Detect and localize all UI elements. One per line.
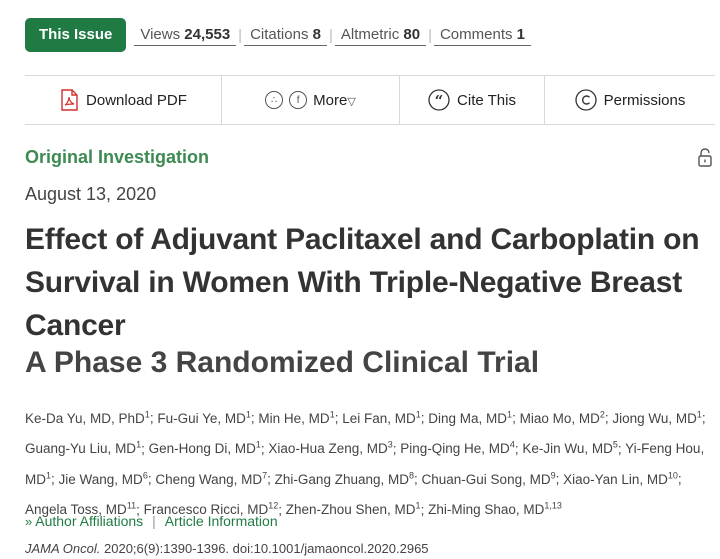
author-affiliations-link[interactable]: Author Affiliations (35, 513, 143, 529)
author-affiliation-number: 10 (667, 470, 678, 480)
author-affiliation-number: 1 (415, 500, 421, 511)
author-name[interactable]: Zhi-Ming Shao, MD1,13 (428, 500, 562, 518)
views-link[interactable]: Views 24,553 (134, 25, 237, 46)
citations-value: 8 (312, 25, 321, 43)
author-affiliation-number: 1 (144, 409, 150, 419)
author-affiliation-number: 4 (509, 439, 515, 450)
author-name[interactable]: Xiao-Hua Zeng, MD3 (268, 439, 393, 457)
more-label: More (313, 91, 348, 109)
author-affiliation-number: 1 (696, 409, 702, 419)
author-affiliation-number: 11 (126, 500, 137, 511)
article-subtitle: A Phase 3 Randomized Clinical Trial (25, 346, 540, 379)
author-affiliation-number: 6 (142, 470, 148, 480)
citations-link[interactable]: Citations 8 (244, 25, 327, 46)
author-affiliation-number: 1 (255, 439, 261, 450)
author-name[interactable]: Lei Fan, MD1 (342, 409, 421, 426)
metrics-bar: This Issue Views 24,553 | Citations 8 | … (25, 18, 532, 52)
author-name[interactable]: Zhi-Gang Zhuang, MD8 (275, 470, 414, 487)
permissions-button[interactable]: Permissions (545, 76, 715, 124)
author-affiliation-number: 1,13 (544, 500, 562, 511)
author-affiliation-number: 12 (268, 500, 279, 511)
download-pdf-button[interactable]: Download PDF (25, 76, 222, 124)
author-name[interactable]: Gen-Hong Di, MD1 (149, 439, 261, 457)
article-type: Original Investigation (25, 147, 210, 167)
this-issue-button[interactable]: This Issue (25, 18, 127, 52)
author-name[interactable]: Ke-Da Yu, MD, PhD1 (25, 409, 150, 426)
author-name[interactable]: Cheng Wang, MD7 (155, 470, 268, 487)
article-links: » Author Affiliations | Article Informat… (25, 513, 278, 529)
citation-details: 2020;6(9):1390-1396. doi:10.1001/jamaonc… (104, 541, 429, 556)
author-affiliation-number: 2 (599, 409, 605, 419)
quote-icon: “ (428, 89, 450, 111)
altmetric-value: 80 (403, 25, 421, 43)
permissions-label: Permissions (603, 91, 686, 109)
author-affiliation-number: 1 (507, 409, 513, 419)
views-label: Views (140, 25, 181, 43)
lock-icon (697, 148, 713, 173)
views-value: 24,553 (184, 25, 231, 43)
author-list: Ke-Da Yu, MD, PhD1; Fu-Gui Ye, MD1; Min … (25, 409, 706, 518)
author-name[interactable]: Jiong Wu, MD1 (612, 409, 702, 426)
download-pdf-label: Download PDF (86, 91, 187, 109)
twitter-icon[interactable]: ∴ (265, 91, 284, 109)
author-affiliation-number: 1 (329, 409, 335, 419)
altmetric-label: Altmetric (340, 25, 400, 43)
author-affiliation-number: 9 (550, 470, 556, 480)
citation-line: JAMA Oncol. 2020;6(9):1390-1396. doi:10.… (25, 541, 429, 556)
author-name[interactable]: Miao Mo, MD2 (520, 409, 605, 426)
comments-label: Comments (439, 25, 513, 43)
copyright-icon (575, 89, 597, 111)
author-affiliation-number: 7 (262, 470, 268, 480)
article-title: Effect of Adjuvant Paclitaxel and Carbop… (25, 223, 700, 342)
comments-link[interactable]: Comments 1 (433, 25, 532, 46)
author-affiliation-number: 5 (612, 439, 618, 450)
author-name[interactable]: Chuan-Gui Song, MD9 (422, 470, 556, 487)
author-affiliation-number: 1 (136, 439, 142, 450)
more-button[interactable]: More▽ (313, 92, 356, 109)
cite-this-label: Cite This (457, 91, 516, 109)
author-affiliation-number: 3 (387, 439, 393, 450)
author-name[interactable]: Xiao-Yan Lin, MD10 (563, 470, 678, 487)
chevron-right-icon: » (25, 513, 33, 529)
comments-value: 1 (516, 25, 526, 43)
facebook-icon[interactable]: f (289, 91, 308, 109)
altmetric-link[interactable]: Altmetric 80 (334, 25, 427, 46)
journal-abbreviation: JAMA Oncol. (25, 541, 101, 556)
author-affiliation-number: 1 (46, 470, 52, 480)
divider: | (328, 26, 333, 44)
divider: | (428, 26, 432, 44)
share-more-group: ∴ f More▽ (222, 76, 400, 124)
article-toolbar: Download PDF ∴ f More▽ “ Cite This Permi… (25, 75, 715, 125)
article-information-link[interactable]: Article Information (165, 513, 278, 529)
author-affiliation-number: 1 (415, 409, 421, 419)
author-name[interactable]: Guang-Yu Liu, MD1 (25, 439, 142, 457)
author-name[interactable]: Zhen-Zhou Shen, MD1 (286, 500, 421, 518)
pdf-icon (59, 89, 79, 111)
cite-this-button[interactable]: “ Cite This (400, 76, 545, 124)
author-name[interactable]: Jie Wang, MD6 (59, 470, 148, 487)
author-name[interactable]: Min He, MD1 (258, 409, 335, 426)
author-name[interactable]: Ping-Qing He, MD4 (400, 439, 515, 457)
publication-date: August 13, 2020 (25, 184, 157, 204)
svg-text:“: “ (435, 92, 444, 110)
citations-label: Citations (250, 25, 309, 43)
author-name[interactable]: Ding Ma, MD1 (428, 409, 513, 426)
chevron-down-icon: ▽ (347, 95, 356, 108)
divider: | (238, 26, 243, 44)
author-affiliation-number: 1 (245, 409, 251, 419)
author-name[interactable]: Ke-Jin Wu, MD5 (522, 439, 618, 457)
author-affiliation-number: 8 (408, 470, 414, 480)
author-name[interactable]: Fu-Gui Ye, MD1 (157, 409, 251, 426)
divider: | (152, 513, 156, 529)
